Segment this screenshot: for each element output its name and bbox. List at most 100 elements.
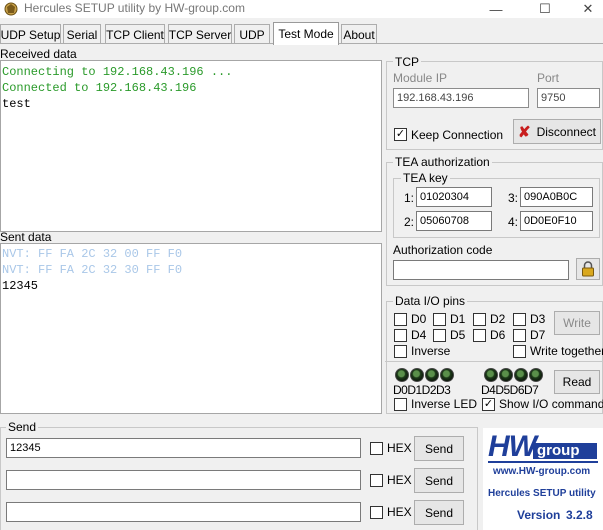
received-line: Connected to 192.168.43.196 [2,81,197,95]
read-button[interactable]: Read [554,370,600,394]
tea-key-index: 2: [404,215,415,229]
tab-tcp-client[interactable]: TCP Client [105,24,165,44]
led-d0 [395,368,409,382]
sent-line: 12345 [2,279,39,293]
pin-d4-label: D4 [411,328,427,342]
hex-checkbox-1[interactable] [370,442,383,455]
led-labels-d4-d7: D4D5D6D7 [481,383,539,397]
send-button-2[interactable]: Send [414,468,464,493]
inverse-label: Inverse [411,344,451,358]
inverse-led-label: Inverse LED [411,397,478,411]
maximize-button[interactable]: ☐ [525,0,565,18]
pin-d6-label: D6 [490,328,506,342]
received-line: Connecting to 192.168.43.196 ... [2,65,233,79]
logo-website: www.HW-group.com [493,466,591,477]
sent-data-area[interactable]: NVT: FF FA 2C 32 00 FF F0 NVT: FF FA 2C … [0,243,382,414]
sent-line: NVT: FF FA 2C 32 30 FF F0 [2,263,183,277]
pin-d2-checkbox[interactable] [473,313,486,326]
pin-d1-label: D1 [450,312,466,326]
version-label: Version [517,508,561,522]
send-button-3[interactable]: Send [414,500,464,525]
minimize-button[interactable]: — [476,0,516,18]
logo-group-text: group [537,442,580,459]
io-divider [385,361,603,362]
led-d4 [484,368,498,382]
pin-d4-checkbox[interactable] [394,329,407,342]
pin-d7-checkbox[interactable] [513,329,526,342]
led-d7 [529,368,543,382]
tea-key-label: TEA key [401,171,450,185]
tea-key-index: 3: [508,191,519,205]
module-ip-field[interactable]: 192.168.43.196 [393,88,529,108]
send-input-1[interactable]: 12345 [6,438,361,458]
show-io-commands-label: Show I/O commands [499,397,603,411]
maximize-icon: ☐ [539,1,551,16]
pin-d6-checkbox[interactable] [473,329,486,342]
tcp-group-label: TCP [393,55,421,69]
pin-d3-label: D3 [530,312,546,326]
tab-about[interactable]: About [341,24,377,44]
led-d2 [425,368,439,382]
led-d1 [410,368,424,382]
authorization-code-label: Authorization code [393,243,493,257]
send-button-1[interactable]: Send [414,436,464,461]
pin-d3-checkbox[interactable] [513,313,526,326]
send-input-2[interactable] [6,470,361,490]
tab-tcp-server[interactable]: TCP Server [168,24,232,44]
tea-key-2-field[interactable]: 05060708 [416,211,492,231]
tea-key-index: 4: [508,215,519,229]
led-d3 [440,368,454,382]
pin-d0-label: D0 [411,312,427,326]
received-data-label: Received data [0,47,77,61]
inverse-led-checkbox[interactable] [394,398,407,411]
keep-connection-checkbox[interactable]: ✓ [394,128,407,141]
send-input-3[interactable] [6,502,361,522]
logo-group-bar: group [533,442,597,459]
show-io-commands-checkbox[interactable]: ✓ [482,398,495,411]
disconnect-label: Disconnect [536,124,596,139]
hex-checkbox-3[interactable] [370,506,383,519]
hex-checkbox-2[interactable] [370,474,383,487]
led-labels-d0-d3: D0D1D2D3 [393,383,451,397]
pin-d1-checkbox[interactable] [433,313,446,326]
check-icon: ✓ [483,398,494,410]
module-ip-label: Module IP [393,71,448,85]
tea-key-4-field[interactable]: 0D0E0F10 [520,211,593,231]
write-together-label: Write together [530,344,603,358]
title-bar: Hercules SETUP utility by HW-group.com —… [0,0,603,18]
port-field[interactable]: 9750 [537,88,600,108]
tab-udp-setup[interactable]: UDP Setup [0,24,61,44]
data-io-group-label: Data I/O pins [393,294,468,308]
tea-key-1-field[interactable]: 01020304 [416,187,492,207]
led-d5 [499,368,513,382]
pin-d0-checkbox[interactable] [394,313,407,326]
tab-udp[interactable]: UDP [234,24,270,44]
close-button[interactable]: ✕ [568,0,603,18]
disconnect-button[interactable]: ✘ Disconnect [513,119,601,144]
pin-d2-label: D2 [490,312,506,326]
write-together-checkbox[interactable] [513,345,526,358]
padlock-icon [582,261,594,277]
write-button[interactable]: Write [554,311,600,335]
red-x-icon: ✘ [518,123,531,141]
pin-d7-label: D7 [530,328,546,342]
tea-key-3-field[interactable]: 090A0B0C [520,187,593,207]
tea-group-label: TEA authorization [393,155,492,169]
tab-serial[interactable]: Serial [63,24,101,44]
hex-label-1: HEX [387,441,412,455]
hercules-app-icon [4,2,18,16]
authorization-code-field[interactable] [393,260,569,280]
tab-test-mode[interactable]: Test Mode [273,22,339,45]
port-label: Port [537,71,560,85]
hw-group-logo: HW group www.HW-group.com Hercules SETUP… [483,428,603,530]
pin-d5-checkbox[interactable] [433,329,446,342]
close-icon: ✕ [582,1,594,16]
minimize-icon: — [489,1,503,17]
send-group-label: Send [6,420,39,434]
received-data-area[interactable]: Connecting to 192.168.43.196 ... Connect… [0,60,382,232]
version-number: 3.2.8 [566,508,593,522]
logo-product-name: Hercules SETUP utility [488,488,596,499]
authorize-button[interactable] [576,258,600,280]
hex-label-3: HEX [387,505,412,519]
inverse-checkbox[interactable] [394,345,407,358]
